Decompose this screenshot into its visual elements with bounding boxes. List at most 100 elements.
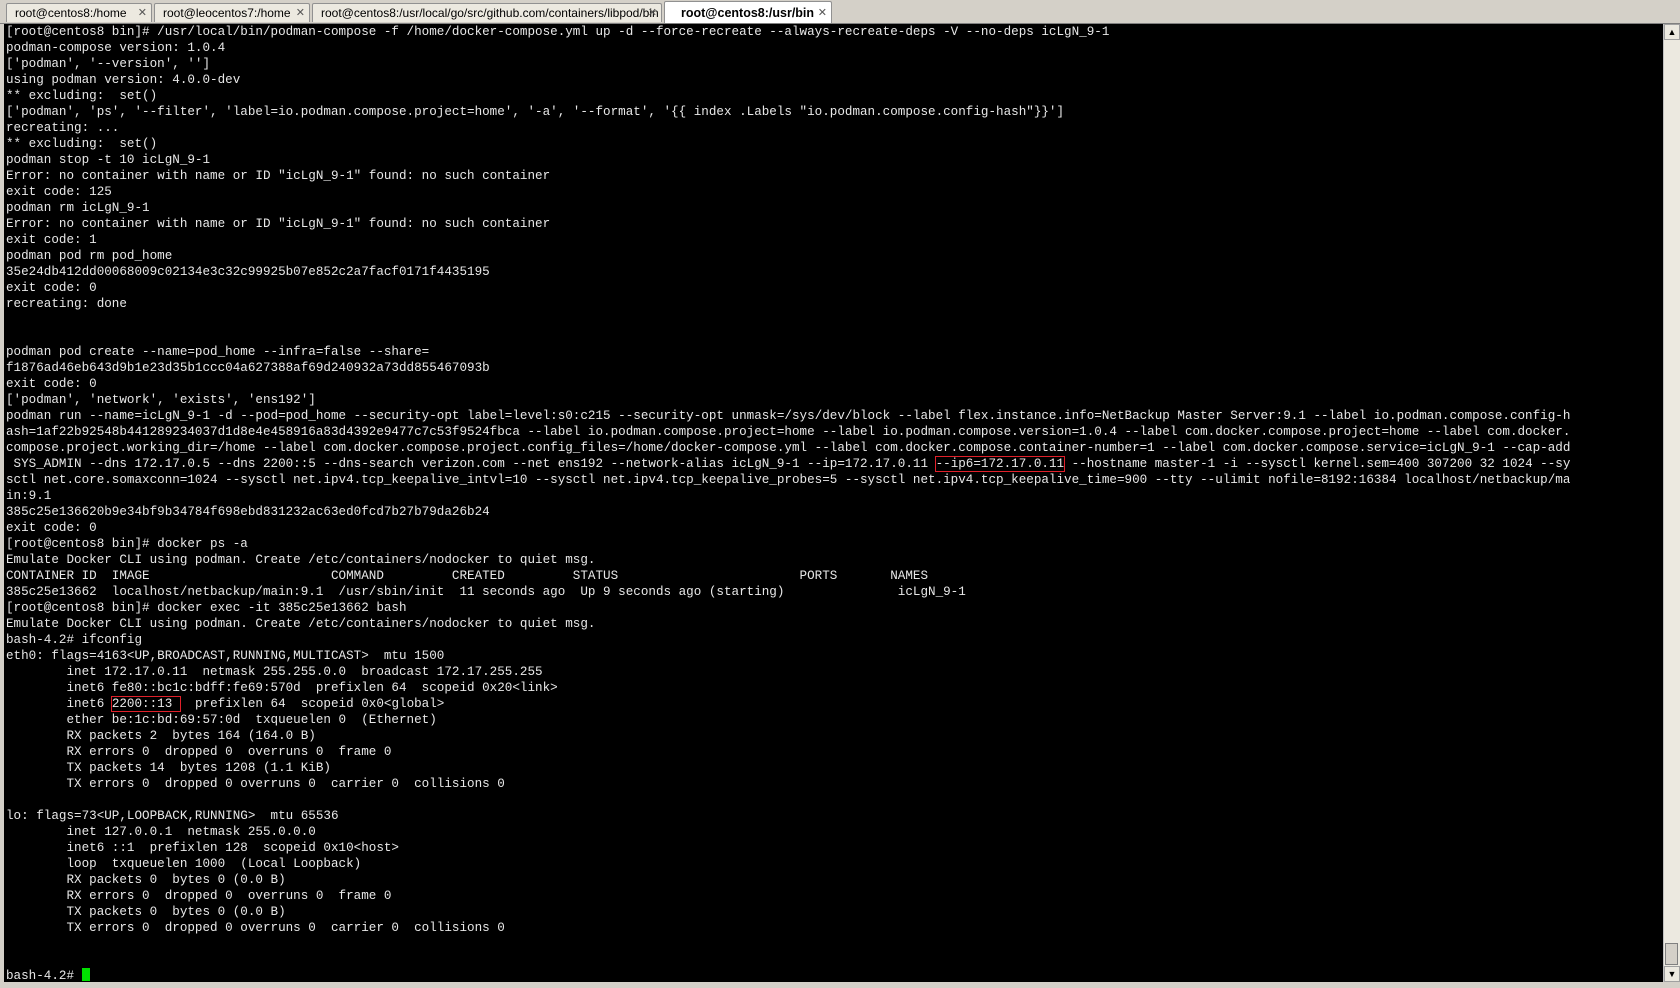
terminal-line: ash=1af22b92548b441289234037d1d8e4e45891… <box>6 424 1570 440</box>
close-icon[interactable]: ✕ <box>648 4 657 22</box>
terminal-line: recreating: done <box>6 296 1570 312</box>
terminal-line-text: exit code: 0 <box>6 521 97 535</box>
terminal-line-text: podman stop -t 10 icLgN_9-1 <box>6 153 211 167</box>
terminal-line: inet6 2200::13 prefixlen 64 scopeid 0x0<… <box>6 696 1570 712</box>
terminal-line: 385c25e13662 localhost/netbackup/main:9.… <box>6 584 1570 600</box>
terminal-line-text: ['podman', 'network', 'exists', 'ens192'… <box>6 393 316 407</box>
terminal-line: ether be:1c:bd:69:57:0d txqueuelen 0 (Et… <box>6 712 1570 728</box>
terminal-line: exit code: 125 <box>6 184 1570 200</box>
terminal-lines: [root@centos8 bin]# /usr/local/bin/podma… <box>6 24 1570 982</box>
terminal-line: inet6 fe80::bc1c:bdff:fe69:570d prefixle… <box>6 680 1570 696</box>
tab-label: root@centos8:/usr/bin <box>681 6 815 20</box>
terminal-line-text: [root@centos8 bin]# /usr/local/bin/podma… <box>6 25 1110 39</box>
terminal-line: exit code: 0 <box>6 520 1570 536</box>
terminal-line-text: podman rm icLgN_9-1 <box>6 201 150 215</box>
ip6-option-highlight: --ip6=172.17.0.11 <box>934 456 1066 472</box>
terminal-line: Error: no container with name or ID "icL… <box>6 216 1570 232</box>
terminal-line: RX errors 0 dropped 0 overruns 0 frame 0 <box>6 888 1570 904</box>
tab-bar: root@centos8:/home ✕ root@leocentos7:/ho… <box>0 0 1680 24</box>
terminal-line: podman pod create --name=pod_home --infr… <box>6 344 1570 360</box>
terminal-line: f1876ad46eb643d9b1e23d35b1ccc04a627388af… <box>6 360 1570 376</box>
terminal-line: in:9.1 <box>6 488 1570 504</box>
terminal-line-text: 385c25e13662 localhost/netbackup/main:9.… <box>6 585 966 599</box>
terminal-line: 35e24db412dd00068009c02134e3c32c99925b07… <box>6 264 1570 280</box>
terminal-line: Error: no container with name or ID "icL… <box>6 168 1570 184</box>
terminal-line-text: recreating: done <box>6 297 127 311</box>
terminal-line: podman run --name=icLgN_9-1 -d --pod=pod… <box>6 408 1570 424</box>
tab-root-centos8-home[interactable]: root@centos8:/home ✕ <box>6 3 152 22</box>
terminal-line-text: eth0: flags=4163<UP,BROADCAST,RUNNING,MU… <box>6 649 445 663</box>
close-icon[interactable]: ✕ <box>138 4 147 22</box>
terminal-line: bash-4.2# ifconfig <box>6 632 1570 648</box>
terminal-line: ['podman', 'network', 'exists', 'ens192'… <box>6 392 1570 408</box>
inet6-address-highlight: 2200::13 <box>110 696 181 712</box>
terminal-line: compose.project.working_dir=/home --labe… <box>6 440 1570 456</box>
terminal-line: RX errors 0 dropped 0 overruns 0 frame 0 <box>6 744 1570 760</box>
terminal-line: ['podman', 'ps', '--filter', 'label=io.p… <box>6 104 1570 120</box>
terminal-line: TX packets 14 bytes 1208 (1.1 KiB) <box>6 760 1570 776</box>
terminal-line-text: inet6 fe80::bc1c:bdff:fe69:570d prefixle… <box>6 681 558 695</box>
terminal-line-text: RX errors 0 dropped 0 overruns 0 frame 0 <box>6 889 392 903</box>
terminal-line-text: inet6 <box>6 697 112 711</box>
scrollbar-thumb[interactable] <box>1665 943 1678 965</box>
terminal-line: [root@centos8 bin]# /usr/local/bin/podma… <box>6 24 1570 40</box>
terminal-line-text: Emulate Docker CLI using podman. Create … <box>6 617 596 631</box>
terminal-line: CONTAINER ID IMAGE COMMAND CREATED STATU… <box>6 568 1570 584</box>
terminal-line-text: podman run --name=icLgN_9-1 -d --pod=pod… <box>6 409 1571 423</box>
scroll-up-icon[interactable]: ▲ <box>1664 24 1680 40</box>
terminal-line-text: loop txqueuelen 1000 (Local Loopback) <box>6 857 362 871</box>
terminal-line: podman-compose version: 1.0.4 <box>6 40 1570 56</box>
terminal-line: TX errors 0 dropped 0 overruns 0 carrier… <box>6 920 1570 936</box>
terminal-line: exit code: 1 <box>6 232 1570 248</box>
terminal-line-text: bash-4.2# <box>6 969 82 982</box>
terminal-line-text: [root@centos8 bin]# docker ps -a <box>6 537 248 551</box>
terminal-line: lo: flags=73<UP,LOOPBACK,RUNNING> mtu 65… <box>6 808 1570 824</box>
terminal-line-text: ** excluding: set() <box>6 89 158 103</box>
terminal-line-text: CONTAINER ID IMAGE COMMAND CREATED STATU… <box>6 569 929 583</box>
terminal-line: [root@centos8 bin]# docker exec -it 385c… <box>6 600 1570 616</box>
terminal-line-text: exit code: 125 <box>6 185 112 199</box>
terminal-cursor <box>81 968 90 981</box>
terminal-line: sctl net.core.somaxconn=1024 --sysctl ne… <box>6 472 1570 488</box>
terminal-line: bash-4.2# <box>6 968 1570 982</box>
terminal-line-text: RX packets 2 bytes 164 (164.0 B) <box>6 729 316 743</box>
scroll-down-icon[interactable]: ▼ <box>1664 966 1680 982</box>
terminal-line: Emulate Docker CLI using podman. Create … <box>6 552 1570 568</box>
terminal-line-text: TX packets 0 bytes 0 (0.0 B) <box>6 905 286 919</box>
vertical-scrollbar[interactable]: ▲ ▼ <box>1663 24 1680 982</box>
terminal-line: podman stop -t 10 icLgN_9-1 <box>6 152 1570 168</box>
terminal-line: exit code: 0 <box>6 280 1570 296</box>
terminal-line: Emulate Docker CLI using podman. Create … <box>6 616 1570 632</box>
terminal-line-text: using podman version: 4.0.0-dev <box>6 73 241 87</box>
terminal-line-text: inet6 ::1 prefixlen 128 scopeid 0x10<hos… <box>6 841 399 855</box>
terminal-line-text: --hostname master-1 -i --sysctl kernel.s… <box>1064 457 1571 471</box>
terminal-output[interactable]: [root@centos8 bin]# /usr/local/bin/podma… <box>4 24 1664 982</box>
terminal-line-text: RX errors 0 dropped 0 overruns 0 frame 0 <box>6 745 392 759</box>
terminal-line: podman pod rm pod_home <box>6 248 1570 264</box>
terminal-line: TX packets 0 bytes 0 (0.0 B) <box>6 904 1570 920</box>
terminal-line-text: TX packets 14 bytes 1208 (1.1 KiB) <box>6 761 331 775</box>
tab-label: root@centos8:/usr/local/go/src/github.co… <box>321 6 659 20</box>
tab-root-centos8-libpod-bin[interactable]: root@centos8:/usr/local/go/src/github.co… <box>312 3 662 22</box>
terminal-line-text: TX errors 0 dropped 0 overruns 0 carrier… <box>6 777 505 791</box>
tab-root-leocentos7-home[interactable]: root@leocentos7:/home ✕ <box>154 3 310 22</box>
terminal-line-text: f1876ad46eb643d9b1e23d35b1ccc04a627388af… <box>6 361 490 375</box>
tab-label: root@leocentos7:/home <box>163 6 291 20</box>
close-icon[interactable]: ✕ <box>296 4 305 22</box>
terminal-line: using podman version: 4.0.0-dev <box>6 72 1570 88</box>
terminal-line-text: prefixlen 64 scopeid 0x0<global> <box>179 697 445 711</box>
tab-root-centos8-usr-bin[interactable]: root@centos8:/usr/bin ✕ <box>664 1 832 23</box>
terminal-line-text: RX packets 0 bytes 0 (0.0 B) <box>6 873 286 887</box>
terminal-line-text: Error: no container with name or ID "icL… <box>6 169 551 183</box>
terminal-line-text: podman pod create --name=pod_home --infr… <box>6 345 430 359</box>
close-icon[interactable]: ✕ <box>818 2 827 23</box>
terminal-line: eth0: flags=4163<UP,BROADCAST,RUNNING,MU… <box>6 648 1570 664</box>
terminal-line-text: ash=1af22b92548b441289234037d1d8e4e45891… <box>6 425 1571 439</box>
terminal-line-text: podman-compose version: 1.0.4 <box>6 41 226 55</box>
terminal-line-text: ['podman', 'ps', '--filter', 'label=io.p… <box>6 105 1065 119</box>
terminal-line-text: SYS_ADMIN --dns 172.17.0.5 --dns 2200::5… <box>6 457 936 471</box>
